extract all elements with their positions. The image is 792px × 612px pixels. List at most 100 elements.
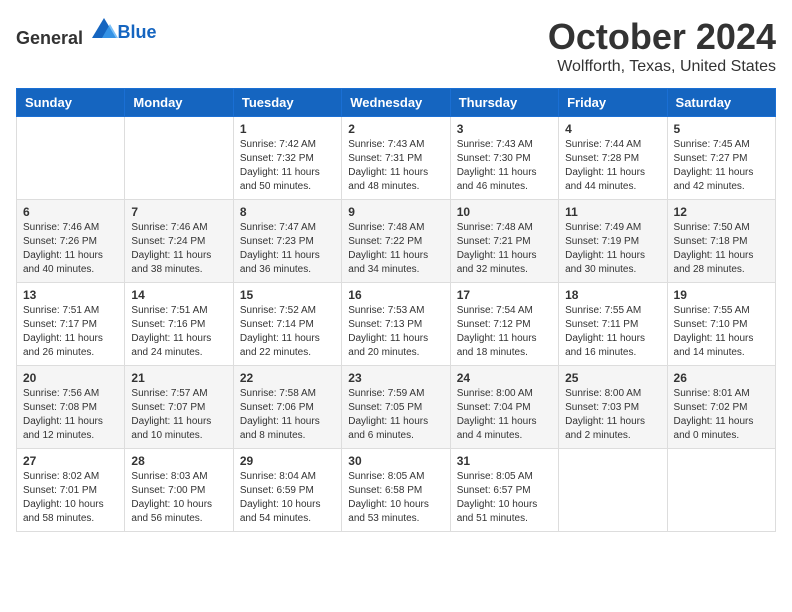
day-number: 27 <box>23 454 118 468</box>
day-number: 12 <box>674 205 769 219</box>
calendar-cell <box>559 449 667 532</box>
day-info: Sunrise: 8:05 AM Sunset: 6:58 PM Dayligh… <box>348 470 443 526</box>
day-number: 9 <box>348 205 443 219</box>
calendar-cell: 27 Sunrise: 8:02 AM Sunset: 7:01 PM Dayli… <box>17 449 125 532</box>
day-info: Sunrise: 7:59 AM Sunset: 7:05 PM Dayligh… <box>348 387 443 443</box>
day-number: 8 <box>240 205 335 219</box>
day-info: Sunrise: 7:48 AM Sunset: 7:21 PM Dayligh… <box>457 221 552 277</box>
calendar-cell: 26 Sunrise: 8:01 AM Sunset: 7:02 PM Dayli… <box>667 366 775 449</box>
calendar-cell: 21Sunrise: 7:57 AM Sunset: 7:07 PM Dayli… <box>125 366 233 449</box>
day-info: Sunrise: 7:46 AM Sunset: 7:26 PM Dayligh… <box>23 221 118 277</box>
calendar-week-row: 27 Sunrise: 8:02 AM Sunset: 7:01 PM Dayli… <box>17 449 776 532</box>
day-info: Sunrise: 8:02 AM Sunset: 7:01 PM Dayligh… <box>23 470 118 526</box>
calendar-cell: 25Sunrise: 8:00 AM Sunset: 7:03 PM Dayli… <box>559 366 667 449</box>
day-number: 15 <box>240 288 335 302</box>
calendar-cell: 11Sunrise: 7:49 AM Sunset: 7:19 PM Dayli… <box>559 200 667 283</box>
calendar-cell: 4 Sunrise: 7:44 AM Sunset: 7:28 PM Daylig… <box>559 117 667 200</box>
day-number: 22 <box>240 371 335 385</box>
day-number: 19 <box>674 288 769 302</box>
day-info: Sunrise: 7:44 AM Sunset: 7:28 PM Dayligh… <box>565 138 660 194</box>
day-info: Sunrise: 7:56 AM Sunset: 7:08 PM Dayligh… <box>23 387 118 443</box>
day-number: 7 <box>131 205 226 219</box>
day-number: 29 <box>240 454 335 468</box>
day-number: 5 <box>674 122 769 136</box>
day-number: 30 <box>348 454 443 468</box>
day-number: 21 <box>131 371 226 385</box>
logo-icon <box>90 16 118 44</box>
calendar-cell: 8 Sunrise: 7:47 AM Sunset: 7:23 PM Daylig… <box>233 200 341 283</box>
day-info: Sunrise: 7:52 AM Sunset: 7:14 PM Dayligh… <box>240 304 335 360</box>
day-info: Sunrise: 7:46 AM Sunset: 7:24 PM Dayligh… <box>131 221 226 277</box>
day-number: 4 <box>565 122 660 136</box>
day-number: 23 <box>348 371 443 385</box>
calendar-cell: 2Sunrise: 7:43 AM Sunset: 7:31 PM Daylig… <box>342 117 450 200</box>
day-number: 14 <box>131 288 226 302</box>
calendar-cell: 24 Sunrise: 8:00 AM Sunset: 7:04 PM Dayli… <box>450 366 558 449</box>
weekday-header: Sunday <box>17 89 125 117</box>
weekday-header: Friday <box>559 89 667 117</box>
day-info: Sunrise: 7:58 AM Sunset: 7:06 PM Dayligh… <box>240 387 335 443</box>
day-number: 3 <box>457 122 552 136</box>
day-info: Sunrise: 8:00 AM Sunset: 7:03 PM Dayligh… <box>565 387 660 443</box>
day-number: 11 <box>565 205 660 219</box>
day-info: Sunrise: 7:51 AM Sunset: 7:16 PM Dayligh… <box>131 304 226 360</box>
day-info: Sunrise: 7:55 AM Sunset: 7:11 PM Dayligh… <box>565 304 660 360</box>
calendar-cell: 20 Sunrise: 7:56 AM Sunset: 7:08 PM Dayli… <box>17 366 125 449</box>
calendar-cell: 18 Sunrise: 7:55 AM Sunset: 7:11 PM Dayli… <box>559 283 667 366</box>
day-info: Sunrise: 8:04 AM Sunset: 6:59 PM Dayligh… <box>240 470 335 526</box>
month-title: October 2024 <box>548 16 776 58</box>
calendar-cell: 15 Sunrise: 7:52 AM Sunset: 7:14 PM Dayli… <box>233 283 341 366</box>
weekday-header: Monday <box>125 89 233 117</box>
weekday-header: Thursday <box>450 89 558 117</box>
day-number: 20 <box>23 371 118 385</box>
day-info: Sunrise: 7:54 AM Sunset: 7:12 PM Dayligh… <box>457 304 552 360</box>
calendar-cell: 7 Sunrise: 7:46 AM Sunset: 7:24 PM Daylig… <box>125 200 233 283</box>
calendar-cell: 14 Sunrise: 7:51 AM Sunset: 7:16 PM Dayli… <box>125 283 233 366</box>
calendar-cell <box>667 449 775 532</box>
weekday-header-row: SundayMondayTuesdayWednesdayThursdayFrid… <box>17 89 776 117</box>
calendar-cell: 31 Sunrise: 8:05 AM Sunset: 6:57 PM Dayli… <box>450 449 558 532</box>
calendar-cell: 5 Sunrise: 7:45 AM Sunset: 7:27 PM Daylig… <box>667 117 775 200</box>
day-number: 13 <box>23 288 118 302</box>
calendar-cell: 19 Sunrise: 7:55 AM Sunset: 7:10 PM Dayli… <box>667 283 775 366</box>
title-area: October 2024 Wolfforth, Texas, United St… <box>548 16 776 76</box>
header: General Blue October 2024 Wolfforth, Tex… <box>16 16 776 76</box>
calendar-cell: 6 Sunrise: 7:46 AM Sunset: 7:26 PM Daylig… <box>17 200 125 283</box>
calendar-cell <box>125 117 233 200</box>
calendar-table: SundayMondayTuesdayWednesdayThursdayFrid… <box>16 88 776 532</box>
day-number: 10 <box>457 205 552 219</box>
calendar-cell: 3 Sunrise: 7:43 AM Sunset: 7:30 PM Daylig… <box>450 117 558 200</box>
day-number: 18 <box>565 288 660 302</box>
calendar-cell: 23 Sunrise: 7:59 AM Sunset: 7:05 PM Dayli… <box>342 366 450 449</box>
day-info: Sunrise: 7:45 AM Sunset: 7:27 PM Dayligh… <box>674 138 769 194</box>
weekday-header: Wednesday <box>342 89 450 117</box>
day-number: 16 <box>348 288 443 302</box>
day-info: Sunrise: 8:01 AM Sunset: 7:02 PM Dayligh… <box>674 387 769 443</box>
calendar-cell: 17 Sunrise: 7:54 AM Sunset: 7:12 PM Dayli… <box>450 283 558 366</box>
day-number: 26 <box>674 371 769 385</box>
day-info: Sunrise: 7:50 AM Sunset: 7:18 PM Dayligh… <box>674 221 769 277</box>
day-info: Sunrise: 7:47 AM Sunset: 7:23 PM Dayligh… <box>240 221 335 277</box>
day-info: Sunrise: 7:55 AM Sunset: 7:10 PM Dayligh… <box>674 304 769 360</box>
day-info: Sunrise: 8:05 AM Sunset: 6:57 PM Dayligh… <box>457 470 552 526</box>
day-number: 24 <box>457 371 552 385</box>
calendar-cell: 16 Sunrise: 7:53 AM Sunset: 7:13 PM Dayli… <box>342 283 450 366</box>
logo-general-text: General <box>16 28 83 48</box>
day-info: Sunrise: 7:53 AM Sunset: 7:13 PM Dayligh… <box>348 304 443 360</box>
calendar-cell: 30 Sunrise: 8:05 AM Sunset: 6:58 PM Dayli… <box>342 449 450 532</box>
calendar-cell: 29 Sunrise: 8:04 AM Sunset: 6:59 PM Dayli… <box>233 449 341 532</box>
day-number: 6 <box>23 205 118 219</box>
day-info: Sunrise: 8:00 AM Sunset: 7:04 PM Dayligh… <box>457 387 552 443</box>
weekday-header: Saturday <box>667 89 775 117</box>
day-info: Sunrise: 8:03 AM Sunset: 7:00 PM Dayligh… <box>131 470 226 526</box>
day-number: 31 <box>457 454 552 468</box>
weekday-header: Tuesday <box>233 89 341 117</box>
location-title: Wolfforth, Texas, United States <box>548 58 776 76</box>
calendar-cell <box>17 117 125 200</box>
calendar-week-row: 20 Sunrise: 7:56 AM Sunset: 7:08 PM Dayli… <box>17 366 776 449</box>
calendar-cell: 13Sunrise: 7:51 AM Sunset: 7:17 PM Dayli… <box>17 283 125 366</box>
day-number: 2 <box>348 122 443 136</box>
day-number: 17 <box>457 288 552 302</box>
day-info: Sunrise: 7:43 AM Sunset: 7:30 PM Dayligh… <box>457 138 552 194</box>
calendar-week-row: 6 Sunrise: 7:46 AM Sunset: 7:26 PM Daylig… <box>17 200 776 283</box>
